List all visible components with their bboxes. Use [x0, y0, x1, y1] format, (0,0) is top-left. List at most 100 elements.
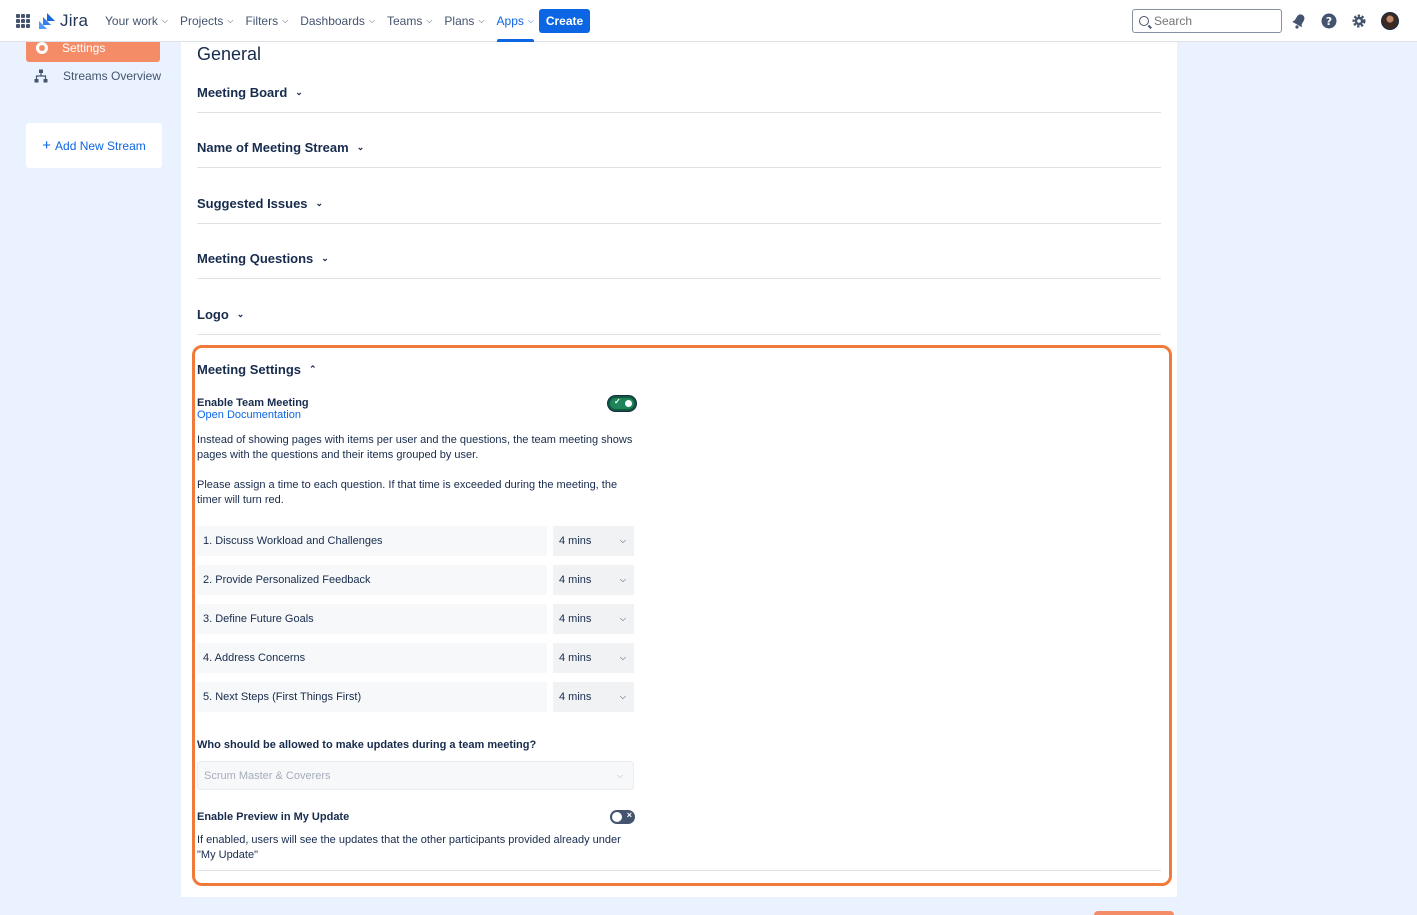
section-meeting-board: Meeting Board ⌄ — [197, 80, 1161, 113]
avatar[interactable] — [1381, 12, 1399, 30]
section-meeting-board-toggle[interactable]: Meeting Board ⌄ — [197, 85, 303, 100]
section-meeting-settings-toggle[interactable]: Meeting Settings ⌃ — [197, 362, 317, 377]
toggle-knob — [625, 400, 632, 407]
divider — [197, 870, 1161, 871]
question-time-select[interactable]: 4 mins ⌵ — [553, 565, 634, 595]
question-time-select[interactable]: 4 mins ⌵ — [553, 643, 634, 673]
section-suggested-issues: Suggested Issues ⌄ — [197, 191, 1161, 224]
nav-teams[interactable]: Teams ⌵ — [381, 0, 438, 42]
chevron-down-icon: ⌵ — [619, 614, 626, 623]
question-time-select[interactable]: 4 mins ⌵ — [553, 604, 634, 634]
chevron-down-icon: ⌵ — [368, 16, 375, 25]
nav-label: Your work — [105, 14, 158, 28]
help-icon[interactable]: ? — [1320, 12, 1338, 30]
open-documentation-link[interactable]: Open Documentation — [197, 409, 301, 421]
sidebar-item-label: Settings — [62, 41, 106, 55]
team-meeting-description: Instead of showing pages with items per … — [197, 434, 633, 461]
toggle-knob — [612, 812, 622, 822]
chevron-up-icon: ⌃ — [309, 364, 317, 374]
chevron-down-icon: ⌵ — [527, 16, 534, 25]
question-label: 5. Next Steps (First Things First) — [197, 682, 547, 712]
nav-label: Filters — [245, 14, 279, 28]
chevron-down-icon: ⌄ — [321, 253, 329, 263]
chevron-down-icon: ⌵ — [619, 653, 626, 662]
question-label: 1. Discuss Workload and Challenges — [197, 526, 547, 556]
nav-label: Apps — [496, 14, 524, 28]
chevron-down-icon: ⌵ — [478, 16, 485, 25]
sidebar-item-label: Streams Overview — [63, 69, 162, 83]
jira-logo[interactable]: Jira — [38, 11, 88, 31]
close-icon: × — [626, 810, 632, 820]
question-label: 3. Define Future Goals — [197, 604, 547, 634]
question-label: 2. Provide Personalized Feedback — [197, 565, 547, 595]
permission-value: Scrum Master & Coverers — [204, 769, 331, 782]
question-time-select[interactable]: 4 mins ⌵ — [553, 682, 634, 712]
top-navigation: Jira Your work ⌵ Projects ⌵ Filters ⌵ Dashb… — [0, 0, 1417, 42]
question-row: 5. Next Steps (First Things First) 4 min… — [197, 682, 634, 712]
chevron-down-icon: ⌵ — [619, 536, 626, 545]
time-instruction: Please assign a time to each question. I… — [197, 479, 618, 506]
nav-dashboards[interactable]: Dashboards ⌵ — [294, 0, 381, 42]
section-logo: Logo ⌄ — [197, 302, 1161, 335]
settings-icon[interactable] — [1350, 12, 1368, 30]
chevron-down-icon: ⌄ — [315, 198, 324, 208]
permission-select: Scrum Master & Coverers ⌵ — [197, 761, 634, 790]
add-new-stream-button[interactable]: + Add New Stream — [26, 123, 162, 168]
chevron-down-icon: ⌵ — [619, 575, 626, 584]
nav-label: Teams — [386, 14, 423, 28]
create-button[interactable]: Create — [539, 9, 590, 33]
svg-text:?: ? — [1326, 15, 1332, 28]
check-icon: ✓ — [614, 397, 621, 406]
chevron-down-icon: ⌵ — [282, 16, 289, 25]
question-row: 4. Address Concerns 4 mins ⌵ — [197, 643, 634, 673]
section-name-of-meeting-stream: Name of Meeting Stream ⌄ — [197, 135, 1161, 168]
nav-filters[interactable]: Filters ⌵ — [239, 0, 294, 42]
permission-question: Who should be allowed to make updates du… — [197, 739, 537, 751]
question-row: 2. Provide Personalized Feedback 4 mins ⌵ — [197, 565, 634, 595]
page-title: General — [197, 44, 262, 64]
enable-preview-label: Enable Preview in My Update — [197, 811, 350, 823]
enable-preview-toggle[interactable]: × — [610, 810, 635, 824]
question-label: 4. Address Concerns — [197, 643, 547, 673]
question-time-select[interactable]: 4 mins ⌵ — [553, 526, 634, 556]
search-icon — [1139, 16, 1149, 26]
section-label: Meeting Questions — [197, 251, 314, 266]
section-name-toggle[interactable]: Name of Meeting Stream ⌄ — [197, 140, 364, 155]
nav-projects[interactable]: Projects ⌵ — [174, 0, 239, 42]
nav-your-work[interactable]: Your work ⌵ — [99, 0, 174, 42]
chevron-down-icon: ⌵ — [161, 16, 168, 25]
question-row: 1. Discuss Workload and Challenges 4 min… — [197, 526, 634, 556]
nav-apps[interactable]: Apps ⌵ — [491, 0, 540, 42]
time-value: 4 mins — [559, 574, 592, 586]
nav-plans[interactable]: Plans ⌵ — [438, 0, 490, 42]
section-label: Suggested Issues — [197, 196, 308, 211]
chevron-down-icon: ⌵ — [426, 16, 433, 25]
brand-name: Jira — [60, 11, 89, 30]
chevron-down-icon: ⌵ — [227, 16, 234, 25]
search-box[interactable] — [1132, 9, 1282, 33]
add-stream-label: Add New Stream — [55, 138, 146, 153]
enable-team-meeting-toggle[interactable]: ✓ — [608, 396, 636, 411]
chevron-down-icon: ⌄ — [236, 309, 245, 319]
time-value: 4 mins — [559, 652, 592, 664]
section-label: Meeting Board — [197, 85, 288, 100]
time-value: 4 mins — [559, 691, 592, 703]
section-suggested-issues-toggle[interactable]: Suggested Issues ⌄ — [197, 196, 323, 211]
save-button[interactable] — [1094, 911, 1174, 915]
chevron-down-icon: ⌄ — [356, 142, 365, 152]
section-label: Name of Meeting Stream — [197, 140, 349, 155]
section-meeting-questions: Meeting Questions ⌄ — [197, 246, 1161, 279]
hierarchy-icon — [34, 69, 48, 83]
sidebar-item-streams-overview[interactable]: Streams Overview — [34, 69, 161, 83]
section-meeting-questions-toggle[interactable]: Meeting Questions ⌄ — [197, 251, 329, 266]
search-input[interactable] — [1154, 14, 1274, 28]
nav-label: Dashboards — [300, 14, 365, 28]
section-logo-toggle[interactable]: Logo ⌄ — [197, 307, 244, 322]
nav-label: Projects — [180, 14, 224, 28]
app-switcher-icon[interactable] — [16, 14, 30, 28]
time-value: 4 mins — [559, 613, 592, 625]
nav-menu: Your work ⌵ Projects ⌵ Filters ⌵ Dashboards… — [99, 0, 540, 42]
chevron-down-icon: ⌵ — [619, 692, 626, 701]
jira-logo-icon — [39, 13, 55, 29]
notification-icon[interactable] — [1290, 12, 1308, 30]
